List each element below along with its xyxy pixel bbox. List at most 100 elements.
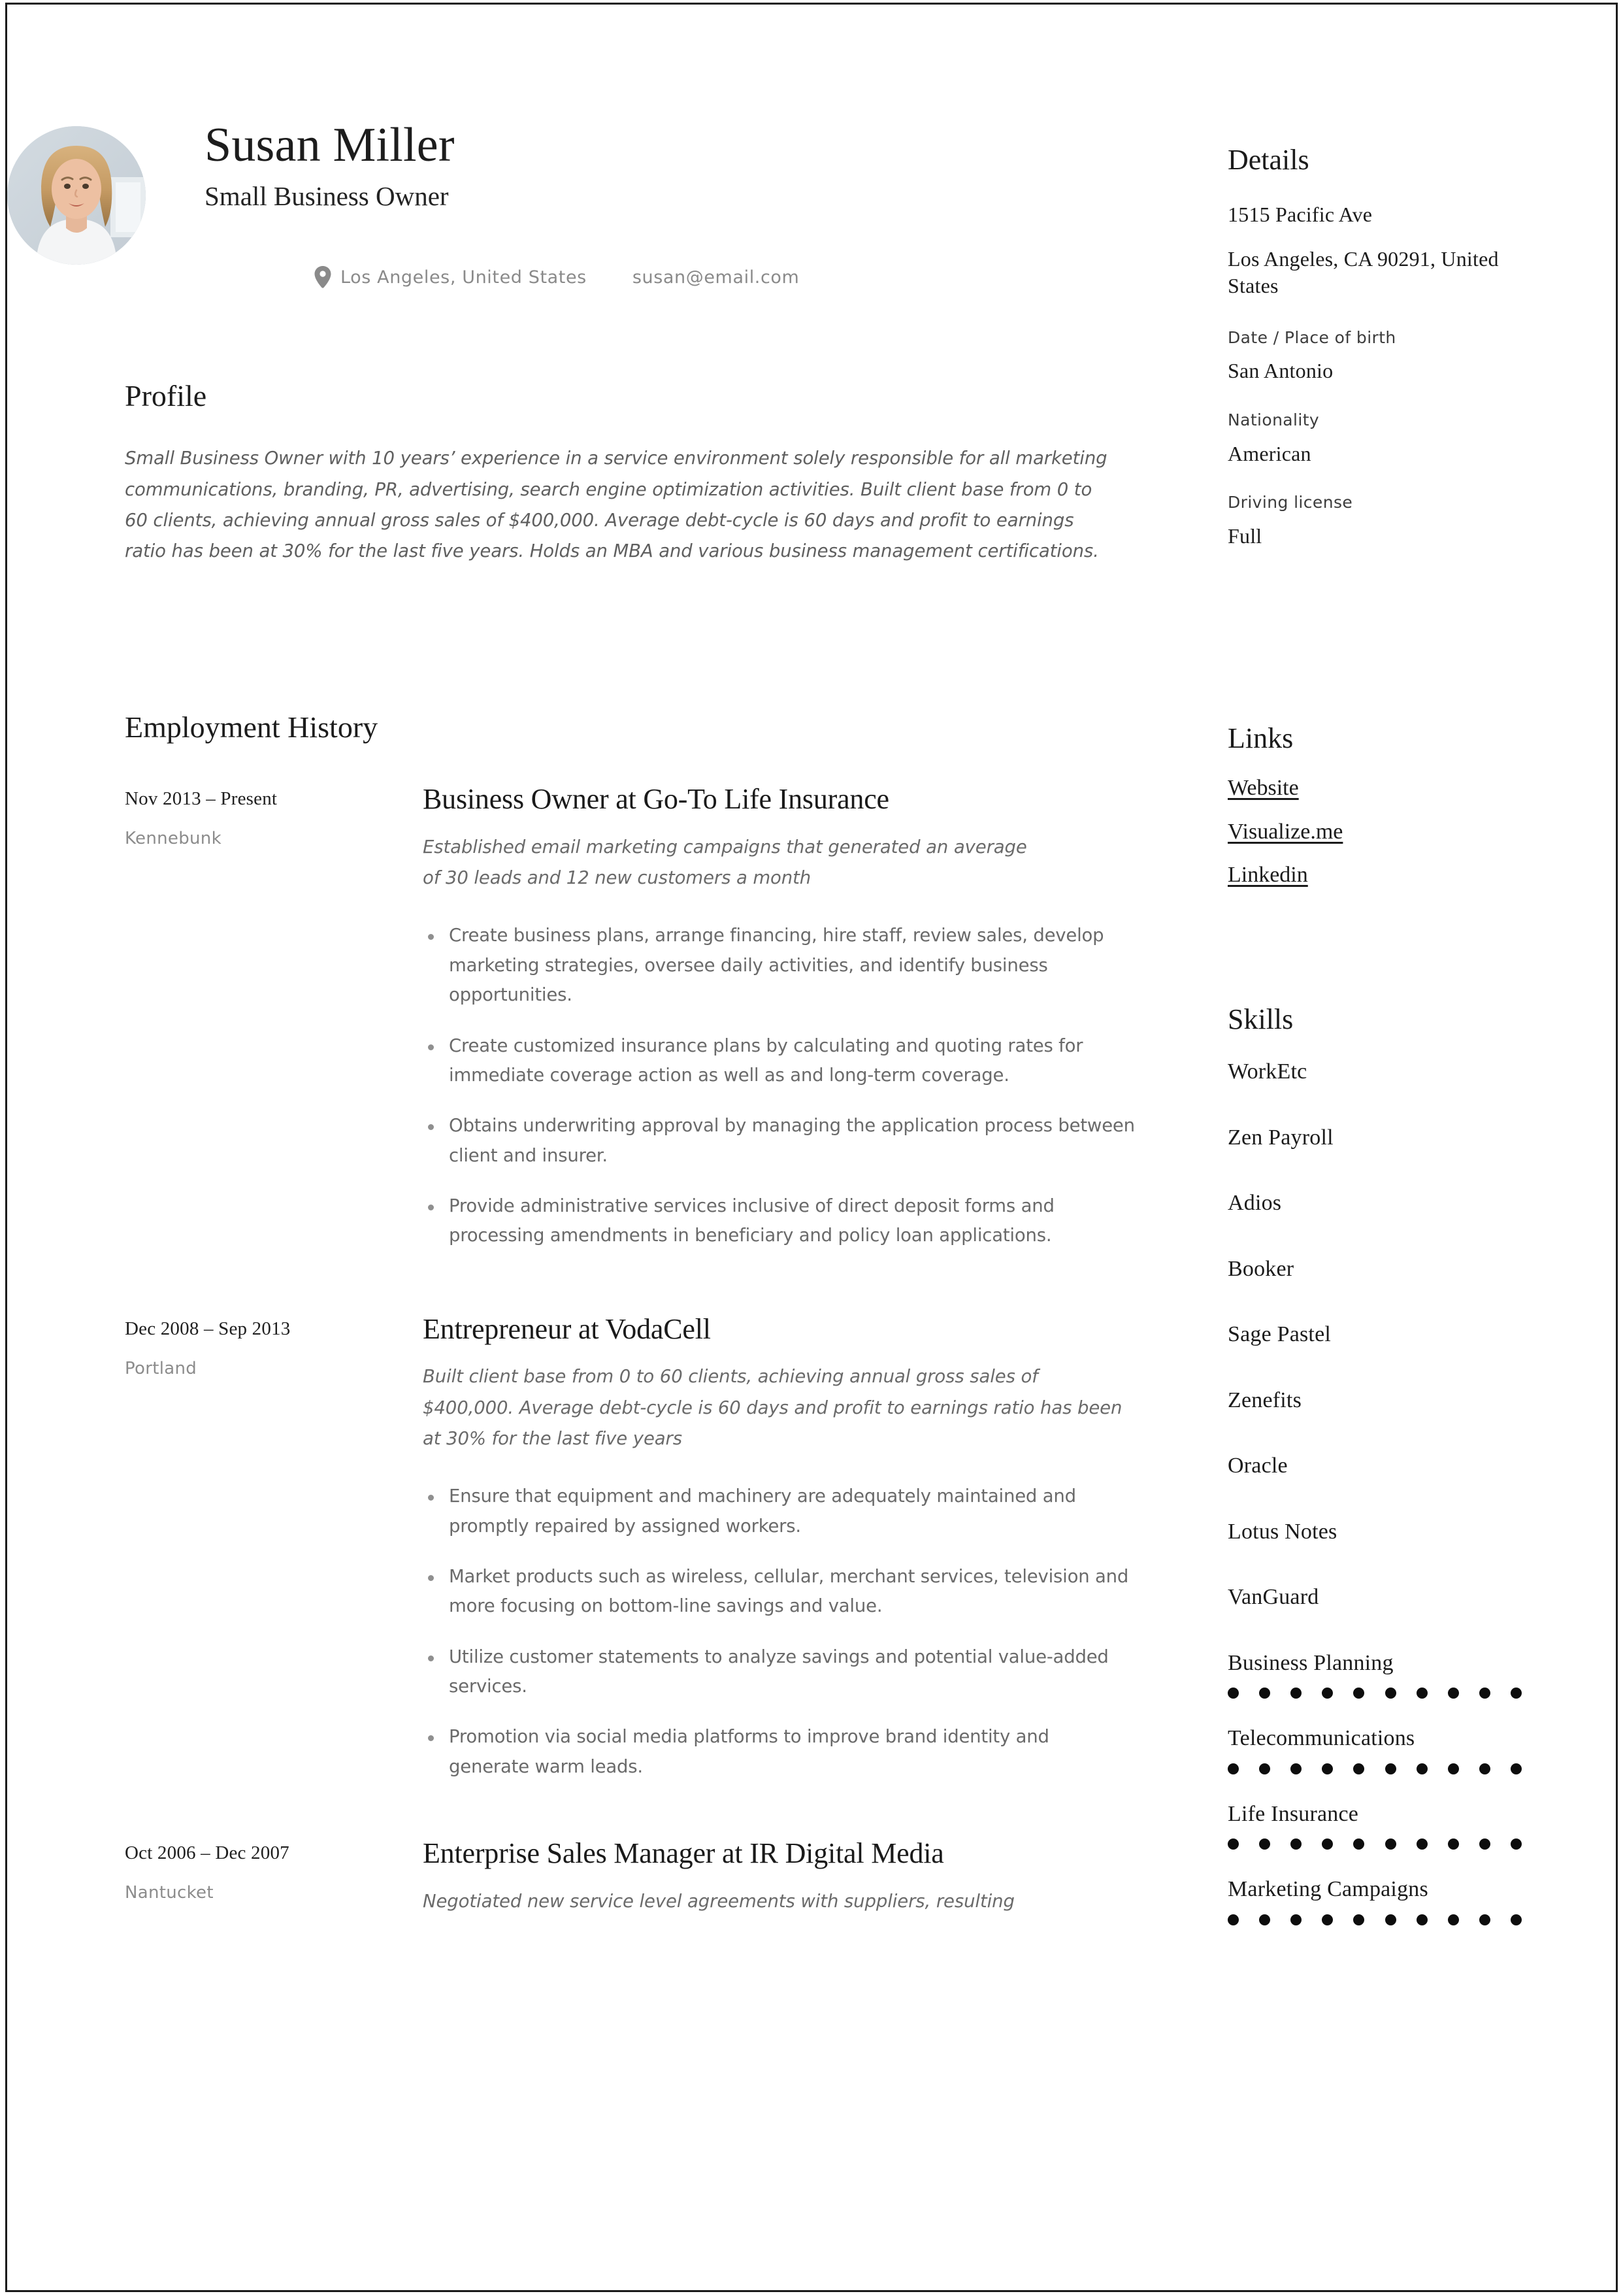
rating-dot <box>1416 1914 1428 1925</box>
rating-dot <box>1447 1763 1459 1774</box>
skill-rating-dots <box>1228 1838 1522 1850</box>
rating-dot <box>1322 1838 1334 1850</box>
skill-item-rated: Telecommunications <box>1228 1725 1535 1774</box>
contact-row: Los Angeles, United States susan@email.c… <box>314 266 799 288</box>
person-job-title: Small Business Owner <box>205 181 449 212</box>
links-heading: Links <box>1228 722 1294 754</box>
rating-dot <box>1259 1763 1271 1774</box>
rating-dot <box>1290 1688 1302 1699</box>
rating-dot <box>1322 1763 1334 1774</box>
details-address-line1: 1515 Pacific Ave <box>1228 203 1373 227</box>
employment-meta: Nov 2013 – Present Kennebunk <box>125 788 406 848</box>
details-heading: Details <box>1228 144 1309 176</box>
link-visualize-me[interactable]: Visualize.me <box>1228 818 1535 846</box>
employment-summary: Negotiated new service level agreements … <box>423 1890 1015 1912</box>
rating-dot <box>1228 1763 1239 1774</box>
skill-label: Life Insurance <box>1228 1801 1359 1826</box>
employment-bullet: Promotion via social media platforms to … <box>423 1722 1135 1782</box>
employment-bullets: Ensure that equipment and machinery are … <box>423 1482 1135 1782</box>
details-license-value: Full <box>1228 524 1262 548</box>
employment-meta: Dec 2008 – Sep 2013 Portland <box>125 1318 406 1378</box>
employment-dates: Dec 2008 – Sep 2013 <box>125 1318 291 1339</box>
rating-dot <box>1228 1688 1239 1699</box>
profile-heading: Profile <box>125 379 207 412</box>
employment-title: Entrepreneur at VodaCell <box>423 1312 711 1345</box>
rating-dot <box>1385 1914 1396 1925</box>
employment-city: Kennebunk <box>125 829 221 849</box>
employment-body: Business Owner at Go-To Life Insurance E… <box>423 784 1135 1250</box>
link-linkedin[interactable]: Linkedin <box>1228 861 1535 890</box>
links-list: Website Visualize.me Linkedin <box>1228 774 1535 890</box>
skill-item: Zenefits <box>1228 1388 1302 1412</box>
rating-dot <box>1353 1688 1365 1699</box>
skill-item: Adios <box>1228 1191 1282 1216</box>
employment-title: Business Owner at Go-To Life Insurance <box>423 783 889 816</box>
employment-bullet: Market products such as wireless, cellul… <box>423 1562 1135 1622</box>
skill-rating-dots <box>1228 1688 1522 1699</box>
skill-item: Lotus Notes <box>1228 1519 1337 1544</box>
rating-dot <box>1290 1763 1302 1774</box>
rating-dot <box>1479 1914 1490 1925</box>
contact-email: susan@email.com <box>632 267 800 288</box>
employment-bullets: Create business plans, arrange financing… <box>423 921 1135 1250</box>
rating-dot <box>1510 1688 1522 1699</box>
rating-dot <box>1353 1838 1365 1850</box>
rating-dot <box>1447 1914 1459 1925</box>
employment-title: Enterprise Sales Manager at IR Digital M… <box>423 1837 944 1870</box>
rating-dot <box>1259 1838 1271 1850</box>
rating-dot <box>1416 1763 1428 1774</box>
skill-label: Marketing Campaigns <box>1228 1877 1428 1902</box>
rating-dot <box>1228 1838 1239 1850</box>
rating-dot <box>1479 1688 1490 1699</box>
rating-dot <box>1259 1914 1271 1925</box>
skill-item: Zen Payroll <box>1228 1125 1334 1150</box>
rating-dot <box>1479 1763 1490 1774</box>
employment-meta: Oct 2006 – Dec 2007 Nantucket <box>125 1842 406 1903</box>
details-birth-value: San Antonio <box>1228 359 1334 383</box>
details-address-line2: Los Angeles, CA 90291, United States <box>1228 246 1499 298</box>
rating-dot <box>1290 1914 1302 1925</box>
links-section: Links Website Visualize.me Linkedin <box>1228 722 1535 890</box>
employment-bullet: Provide administrative services inclusiv… <box>423 1191 1135 1251</box>
employment-body: Enterprise Sales Manager at IR Digital M… <box>423 1838 1135 1917</box>
name-block: Susan Miller Small Business Owner <box>205 120 1015 212</box>
profile-section: Profile Small Business Owner with 10 yea… <box>125 380 1134 567</box>
employment-dates: Nov 2013 – Present <box>125 788 278 810</box>
employment-bullet: Create business plans, arrange financing… <box>423 921 1135 1010</box>
employment-entry: Nov 2013 – Present Kennebunk Business Ow… <box>125 784 1135 1250</box>
employment-body: Entrepreneur at VodaCell Built client ba… <box>423 1314 1135 1782</box>
rating-dot <box>1259 1688 1271 1699</box>
rating-dot <box>1385 1838 1396 1850</box>
skill-item: Oracle <box>1228 1454 1288 1478</box>
map-pin-icon <box>314 266 331 288</box>
employment-entry: Oct 2006 – Dec 2007 Nantucket Enterprise… <box>125 1838 1134 1917</box>
employment-summary: Built client base from 0 to 60 clients, … <box>423 1366 1123 1449</box>
skills-heading: Skills <box>1228 1003 1294 1035</box>
employment-bullet: Ensure that equipment and machinery are … <box>423 1482 1135 1541</box>
rating-dot <box>1228 1914 1239 1925</box>
rating-dot <box>1416 1688 1428 1699</box>
rating-dot <box>1385 1688 1396 1699</box>
employment-city: Portland <box>125 1358 197 1378</box>
contact-location: Los Angeles, United States <box>340 267 587 288</box>
link-website[interactable]: Website <box>1228 774 1535 803</box>
employment-city: Nantucket <box>125 1882 214 1903</box>
rating-dot <box>1353 1914 1365 1925</box>
skill-item-rated: Business Planning <box>1228 1650 1535 1699</box>
rating-dot <box>1322 1688 1334 1699</box>
employment-bullet: Obtains underwriting approval by managin… <box>423 1111 1135 1171</box>
employment-summary: Established email marketing campaigns th… <box>423 836 1027 889</box>
skill-rating-dots <box>1228 1763 1522 1774</box>
rating-dot <box>1447 1838 1459 1850</box>
avatar <box>7 126 146 265</box>
employment-heading: Employment History <box>125 710 378 744</box>
details-birth-label: Date / Place of birth <box>1228 327 1396 347</box>
skill-item: VanGuard <box>1228 1585 1319 1610</box>
rating-dot <box>1510 1914 1522 1925</box>
skill-label: Business Planning <box>1228 1650 1394 1675</box>
skill-rating-dots <box>1228 1914 1522 1925</box>
details-license-label: Driving license <box>1228 493 1353 512</box>
employment-bullet: Create customized insurance plans by cal… <box>423 1031 1135 1091</box>
skill-item-rated: Life Insurance <box>1228 1801 1535 1850</box>
details-nationality-value: American <box>1228 441 1311 465</box>
